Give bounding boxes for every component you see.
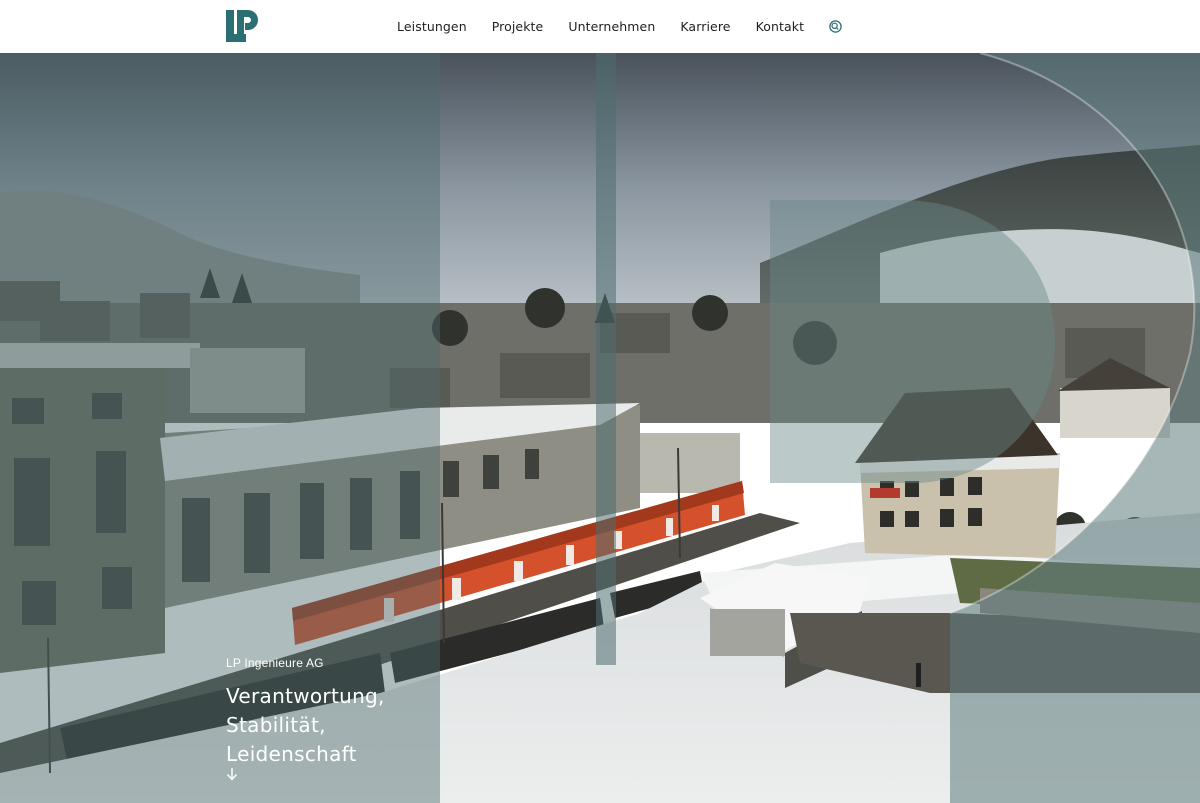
nav-item-karriere[interactable]: Karriere (680, 19, 730, 34)
site-header: Leistungen Projekte Unternehmen Karriere… (0, 0, 1200, 53)
hero-section: LP Ingenieure AG Verantwortung, Stabilit… (0, 53, 1200, 803)
company-name: LP Ingenieure AG (226, 656, 324, 670)
hero-text: LP Ingenieure AG Verantwortung, Stabilit… (226, 656, 385, 769)
search-icon[interactable] (828, 19, 843, 34)
tagline-line-3: Leidenschaft (226, 742, 357, 766)
arrow-down-icon[interactable] (226, 767, 238, 781)
tagline-line-2: Stabilität, (226, 713, 326, 737)
tagline-line-1: Verantwortung, (226, 684, 385, 708)
main-nav: Leistungen Projekte Unternehmen Karriere… (397, 0, 843, 53)
nav-item-kontakt[interactable]: Kontakt (756, 19, 805, 34)
lp-logo-icon[interactable] (226, 10, 258, 42)
nav-item-leistungen[interactable]: Leistungen (397, 19, 467, 34)
nav-item-unternehmen[interactable]: Unternehmen (568, 19, 655, 34)
nav-item-projekte[interactable]: Projekte (492, 19, 544, 34)
lp-brand-overlay (0, 53, 1200, 803)
